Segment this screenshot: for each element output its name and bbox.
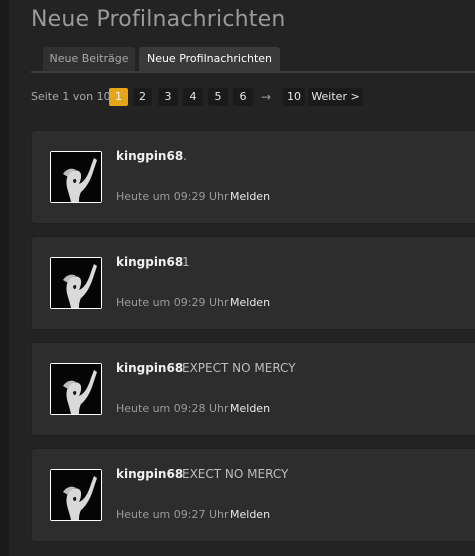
profile-message: kingpin68 EXPECT NO MERCY Heute um 09:28… [31,342,475,436]
tab-neue-profilnachrichten[interactable]: Neue Profilnachrichten [139,47,280,71]
avatar-image [51,152,101,202]
profile-message: kingpin68 1 Heute um 09:29 Uhr Melden [31,236,475,330]
tab-neue-beitraege[interactable]: Neue Beiträge [43,47,135,71]
page-button-3[interactable]: 3 [158,88,178,106]
message-username[interactable]: kingpin68 [116,467,183,481]
report-link[interactable]: Melden [230,508,270,521]
page-button-4[interactable]: 4 [183,88,203,106]
page-button-2[interactable]: 2 [133,88,152,106]
page-button-10[interactable]: 10 [283,88,305,106]
message-username[interactable]: kingpin68 [116,149,183,163]
avatar[interactable] [50,257,102,309]
avatar-image [51,364,101,414]
message-timestamp: Heute um 09:29 Uhr [116,296,229,309]
page-left-edge [0,0,9,556]
avatar-image [51,258,101,308]
message-username[interactable]: kingpin68 [116,255,183,269]
profile-message: kingpin68 EXECT NO MERCY Heute um 09:27 … [31,448,475,542]
page-button-1[interactable]: 1 [109,88,128,106]
message-timestamp: Heute um 09:27 Uhr [116,508,229,521]
page-title: Neue Profilnachrichten [31,7,286,32]
profile-message: kingpin68 . Heute um 09:29 Uhr Melden [31,130,475,224]
report-link[interactable]: Melden [230,190,270,203]
pagination-label: Seite 1 von 10 [31,90,111,103]
pagination-arrow: → [261,90,272,104]
report-link[interactable]: Melden [230,402,270,415]
message-text: . [183,149,187,163]
report-link[interactable]: Melden [230,296,270,309]
page-button-5[interactable]: 5 [208,88,228,106]
message-timestamp: Heute um 09:29 Uhr [116,190,229,203]
avatar[interactable] [50,363,102,415]
message-text: EXECT NO MERCY [182,467,289,481]
message-timestamp: Heute um 09:28 Uhr [116,402,229,415]
avatar-image [51,470,101,520]
message-text: 1 [182,255,190,269]
message-text: EXPECT NO MERCY [182,361,296,375]
avatar[interactable] [50,151,102,203]
tab-bar: Neue Beiträge Neue Profilnachrichten [31,47,475,73]
message-username[interactable]: kingpin68 [116,361,183,375]
next-page-button[interactable]: Weiter > [308,88,363,106]
avatar[interactable] [50,469,102,521]
page-button-6[interactable]: 6 [233,88,253,106]
